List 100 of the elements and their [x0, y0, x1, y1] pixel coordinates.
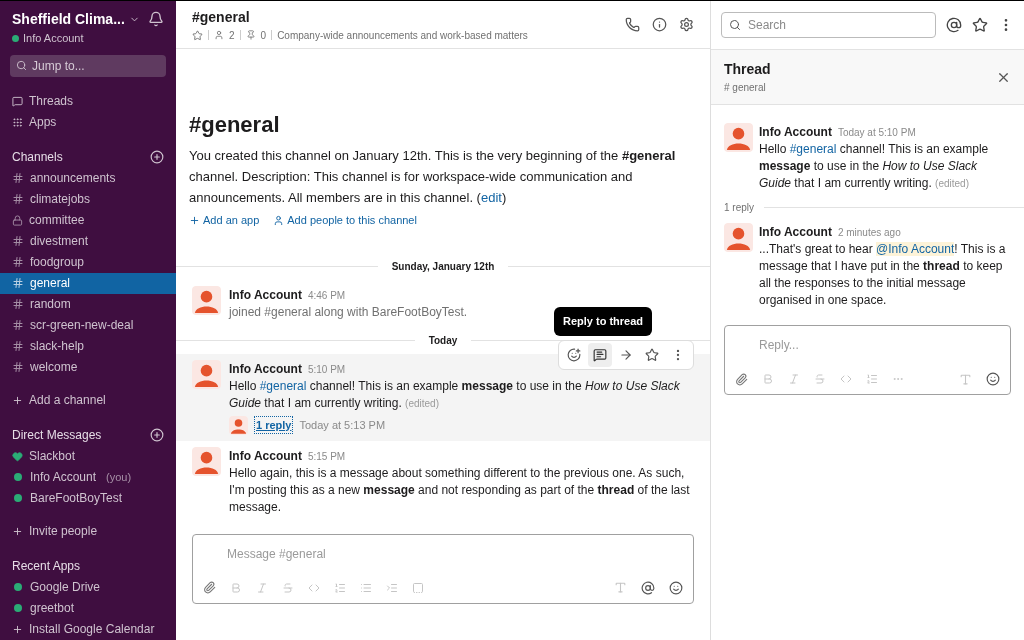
- date-divider-label: Sunday, January 12th: [390, 259, 496, 274]
- message-time[interactable]: 5:15 PM: [307, 448, 346, 464]
- message-time[interactable]: Today at 5:10 PM: [837, 125, 916, 140]
- person-icon: [273, 214, 285, 226]
- search-icon: [729, 19, 741, 31]
- hash-icon: [12, 298, 24, 310]
- intro-action-link[interactable]: Add people to this channel: [273, 212, 417, 229]
- message-time[interactable]: 4:46 PM: [307, 287, 346, 303]
- nav-item[interactable]: Apps: [0, 111, 176, 133]
- add-circle-icon[interactable]: [150, 150, 164, 164]
- author-name[interactable]: Info Account: [229, 285, 302, 304]
- attach-icon[interactable]: [735, 372, 748, 386]
- sidebar-item[interactable]: slack-help: [0, 335, 176, 357]
- message-input[interactable]: Reply...: [759, 336, 1010, 354]
- nav-item[interactable]: Threads: [0, 90, 176, 112]
- plus-icon: [12, 623, 23, 635]
- author-name[interactable]: Info Account: [759, 123, 832, 141]
- hash-icon: [12, 193, 24, 205]
- search-field[interactable]: Search: [721, 12, 936, 38]
- reply-count-link[interactable]: 1 reply: [254, 415, 294, 435]
- plus-icon: [12, 394, 23, 406]
- bell-icon[interactable]: [148, 11, 164, 27]
- sidebar-item[interactable]: announcements: [0, 167, 176, 189]
- avatar-icon: [724, 123, 753, 152]
- sidebar-item[interactable]: scr-green-new-deal: [0, 314, 176, 336]
- search-icon: [16, 59, 27, 71]
- plus-icon: [189, 214, 200, 226]
- link[interactable]: #general: [789, 142, 837, 156]
- section-heading[interactable]: Channels: [12, 148, 63, 166]
- reply-time: Today at 5:13 PM: [299, 417, 386, 433]
- pin-count[interactable]: 0: [260, 27, 267, 43]
- add-link[interactable]: Install Google Calendar: [0, 618, 176, 640]
- sidebar-item[interactable]: greetbot: [0, 597, 176, 619]
- message-input[interactable]: Message #general: [227, 544, 693, 563]
- mention-icon[interactable]: [641, 580, 655, 595]
- star-icon[interactable]: [192, 29, 203, 41]
- tooltip: Reply to thread: [554, 307, 653, 336]
- sidebar-item[interactable]: welcome: [0, 356, 176, 378]
- user-name: Info Account: [23, 31, 84, 46]
- hash-icon: [12, 256, 24, 268]
- attach-icon[interactable]: [203, 581, 216, 594]
- message-text: Hello again, this is a message about something different to the previous one. As such, I'm posting this as a new message and not responding as part of the thread of the last message.: [229, 464, 691, 516]
- sidebar-item[interactable]: climatejobs: [0, 188, 176, 210]
- emoji-icon[interactable]: [669, 580, 683, 595]
- sidebar-item[interactable]: foodgroup: [0, 251, 176, 273]
- phone-icon[interactable]: [625, 17, 640, 32]
- avatar-icon: [192, 285, 221, 315]
- intro-title: #general: [189, 111, 281, 139]
- section-heading[interactable]: Direct Messages: [12, 426, 102, 444]
- workspace-name[interactable]: Sheffield Clima...: [12, 9, 125, 30]
- lock-icon: [12, 214, 23, 226]
- reply-icon[interactable]: [588, 342, 612, 367]
- hash-icon: [12, 361, 24, 373]
- date-divider-label: Today: [427, 333, 459, 348]
- add-link[interactable]: Invite people: [0, 520, 176, 542]
- hash-icon: [12, 319, 24, 331]
- message-time[interactable]: 2 minutes ago: [837, 225, 901, 240]
- add-link[interactable]: Add a channel: [0, 389, 176, 411]
- heart-icon: [12, 450, 23, 462]
- apps-icon: [12, 116, 23, 128]
- author-name[interactable]: Info Account: [759, 223, 832, 241]
- channel-title[interactable]: #general: [192, 6, 528, 28]
- intro-text: You created this channel on January 12th. This is the very beginning of the #general channel. Description: This channel is for workspace-wide communication and announcements. All members are in this channel. (edit): [189, 147, 677, 207]
- sidebar-item[interactable]: Info Account (you): [0, 466, 176, 488]
- avatar-icon: [192, 446, 221, 476]
- avatar-icon: [192, 359, 221, 389]
- sidebar-item[interactable]: Slackbot: [0, 445, 176, 467]
- thread-channel[interactable]: # general: [724, 80, 771, 95]
- message-text: joined #general along with BareFootBoyTest.: [229, 303, 468, 321]
- plus-icon: [12, 525, 23, 537]
- author-name[interactable]: Info Account: [229, 446, 302, 465]
- channel-topic[interactable]: Company-wide announcements and work-based matters: [277, 27, 528, 43]
- mention-icon[interactable]: [946, 17, 962, 33]
- avatar-icon: [229, 415, 248, 435]
- emoji-icon[interactable]: [986, 372, 1000, 386]
- sidebar-item[interactable]: Google Drive: [0, 576, 176, 598]
- message-text: Hello #general channel! This is an example message to use in the How to Use Slack Guide that I am currently writing. (edited): [759, 141, 990, 192]
- settings-icon[interactable]: [679, 17, 694, 32]
- member-count[interactable]: 2: [229, 27, 235, 43]
- thread-title: Thread: [724, 60, 771, 79]
- hash-icon: [12, 235, 24, 247]
- message-text: Hello #general channel! This is an example message to use in the How to Use Slack Guide that I am currently writing. (edited): [229, 377, 681, 412]
- sidebar-item[interactable]: random: [0, 293, 176, 315]
- info-icon[interactable]: [652, 17, 667, 32]
- link[interactable]: edit: [480, 190, 502, 205]
- sidebar-item[interactable]: divestment: [0, 230, 176, 252]
- add-circle-icon[interactable]: [150, 428, 164, 442]
- link[interactable]: #general: [259, 378, 307, 393]
- section-heading[interactable]: Recent Apps: [12, 557, 81, 575]
- members-icon[interactable]: [214, 30, 224, 40]
- avatar-icon: [724, 223, 753, 252]
- sidebar-item[interactable]: BareFootBoyTest: [0, 487, 176, 509]
- jump-to-field[interactable]: Jump to...: [10, 54, 166, 77]
- pin-icon[interactable]: [245, 30, 256, 40]
- threads-icon: [12, 95, 23, 107]
- sidebar-item[interactable]: general: [0, 272, 176, 294]
- author-name[interactable]: Info Account: [229, 359, 302, 378]
- intro-action-link[interactable]: Add an app: [189, 212, 260, 229]
- sidebar-item[interactable]: committee: [0, 209, 176, 231]
- star-icon[interactable]: [972, 17, 988, 33]
